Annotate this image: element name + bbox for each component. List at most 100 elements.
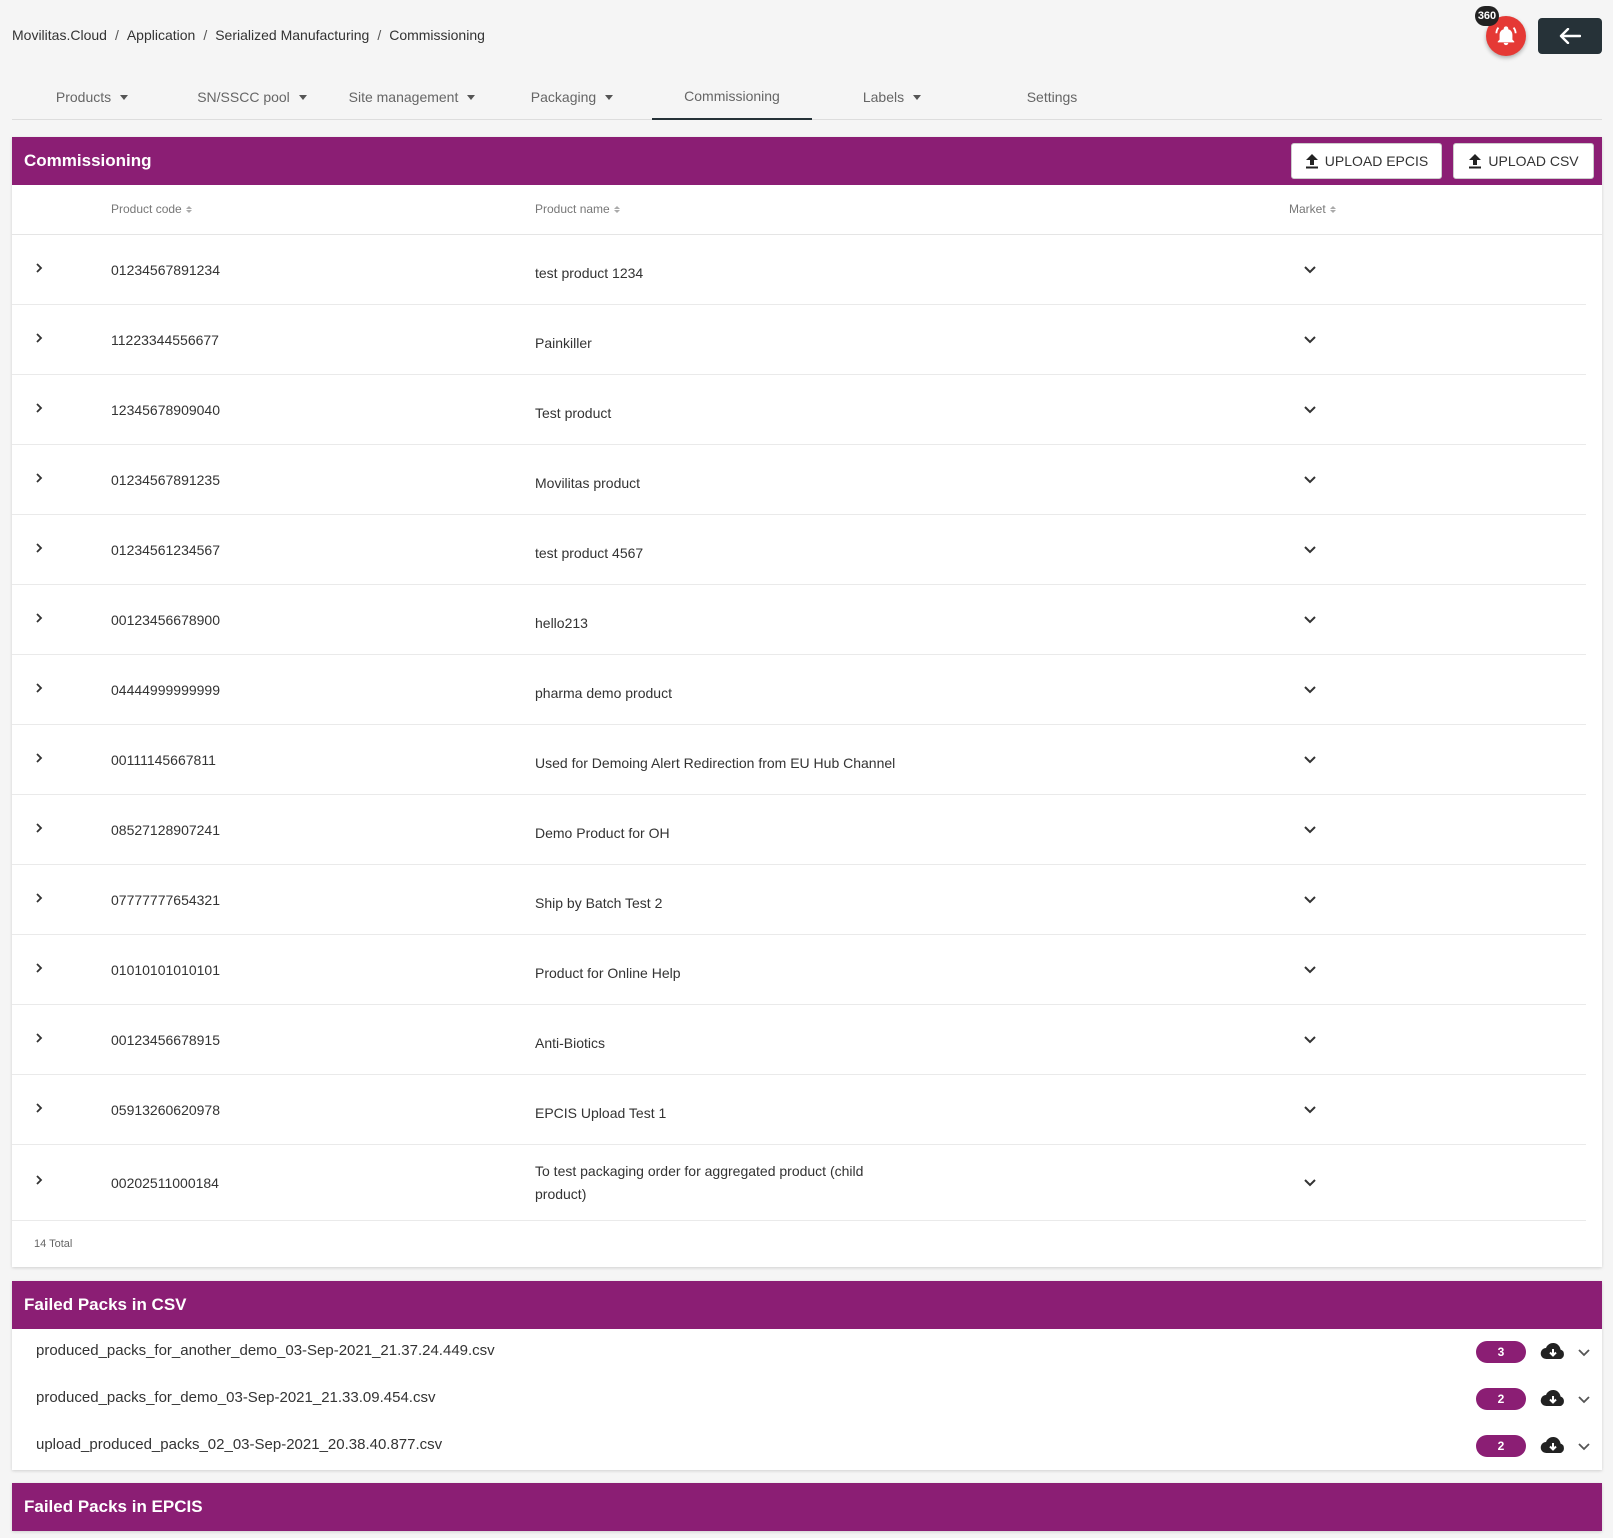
- table-row[interactable]: 05913260620978 EPCIS Upload Test 1: [12, 1075, 1586, 1145]
- table-total: 14 Total: [34, 1238, 73, 1250]
- breadcrumb-item[interactable]: Serialized Manufacturing: [215, 27, 369, 43]
- chevron-down-icon[interactable]: [1302, 963, 1318, 977]
- tab-label: SN/SSCC pool: [197, 89, 290, 105]
- tab-products[interactable]: Products: [12, 74, 172, 120]
- table-row[interactable]: 00123456678915 Anti-Biotics: [12, 1005, 1586, 1075]
- chevron-right-icon[interactable]: [32, 1031, 46, 1045]
- failed-file-row[interactable]: produced_packs_for_another_demo_03-Sep-2…: [12, 1329, 1602, 1376]
- table-row[interactable]: 00202511000184 To test packaging order f…: [12, 1145, 1586, 1221]
- chevron-right-icon[interactable]: [32, 401, 46, 415]
- cloud-download-icon[interactable]: [1540, 1435, 1566, 1457]
- chevron-right-icon[interactable]: [32, 891, 46, 905]
- product-code: 01010101010101: [111, 962, 221, 978]
- product-name: Painkiller: [535, 335, 592, 351]
- table-row[interactable]: 00123456678900 hello213: [12, 585, 1586, 655]
- notification-count-badge: 360: [1475, 6, 1499, 26]
- product-name: Anti-Biotics: [535, 1035, 606, 1051]
- chevron-down-icon[interactable]: [1302, 1033, 1318, 1047]
- breadcrumb-item[interactable]: Application: [127, 27, 196, 43]
- table-row[interactable]: 04444999999999 pharma demo product: [12, 655, 1586, 725]
- product-code: 01234567891234: [111, 262, 221, 278]
- upload-epcis-button[interactable]: UPLOAD EPCIS: [1291, 143, 1442, 179]
- table-row[interactable]: 01234561234567 test product 4567: [12, 515, 1586, 585]
- chevron-down-icon[interactable]: [1302, 403, 1318, 417]
- cloud-download-icon[interactable]: [1540, 1341, 1566, 1363]
- chevron-right-icon[interactable]: [32, 961, 46, 975]
- arrow-left-icon: [1559, 28, 1581, 44]
- product-name: To test packaging order for aggregated p…: [535, 1163, 864, 1202]
- failed-file-row[interactable]: produced_packs_for_demo_03-Sep-2021_21.3…: [12, 1376, 1602, 1423]
- button-label: UPLOAD CSV: [1488, 153, 1579, 169]
- chevron-right-icon[interactable]: [32, 611, 46, 625]
- product-code: 04444999999999: [111, 682, 221, 698]
- chevron-down-icon[interactable]: [1577, 1347, 1591, 1359]
- column-label: Product name: [535, 202, 610, 216]
- chevron-right-icon[interactable]: [32, 261, 46, 275]
- table-row[interactable]: 01234567891235 Movilitas product: [12, 445, 1586, 515]
- table-row[interactable]: 11223344556677 Painkiller: [12, 305, 1586, 375]
- breadcrumb-separator: /: [377, 27, 382, 43]
- chevron-down-icon[interactable]: [1577, 1394, 1591, 1406]
- chevron-right-icon[interactable]: [32, 471, 46, 485]
- caret-down-icon: [913, 94, 922, 100]
- caret-down-icon: [120, 94, 129, 100]
- table-row[interactable]: 12345678909040 Test product: [12, 375, 1586, 445]
- notifications-button[interactable]: 360: [1475, 6, 1526, 56]
- tab-packaging[interactable]: Packaging: [492, 74, 652, 120]
- table-row[interactable]: 01010101010101 Product for Online Help: [12, 935, 1586, 1005]
- tab-site-management[interactable]: Site management: [332, 74, 492, 120]
- product-code: 01234567891235: [111, 472, 221, 488]
- product-code: 00111145667811: [111, 752, 216, 768]
- failed-epcis-header: Failed Packs in EPCIS: [12, 1483, 1602, 1531]
- chevron-down-icon[interactable]: [1302, 1103, 1318, 1117]
- chevron-down-icon[interactable]: [1302, 543, 1318, 557]
- chevron-down-icon[interactable]: [1302, 823, 1318, 837]
- file-name: upload_produced_packs_02_03-Sep-2021_20.…: [36, 1436, 443, 1453]
- chevron-down-icon[interactable]: [1302, 333, 1318, 347]
- product-name: test product 1234: [535, 265, 644, 281]
- breadcrumb-item[interactable]: Movilitas.Cloud: [12, 27, 107, 43]
- chevron-right-icon[interactable]: [32, 681, 46, 695]
- tab-labels[interactable]: Labels: [812, 74, 972, 120]
- chevron-down-icon[interactable]: [1302, 893, 1318, 907]
- chevron-down-icon[interactable]: [1577, 1441, 1591, 1453]
- column-header-product-code[interactable]: Product code: [111, 202, 192, 216]
- product-name: pharma demo product: [535, 685, 672, 701]
- product-name: Product for Online Help: [535, 965, 681, 981]
- table-body: 01234567891234 test product 1234 1122334…: [12, 235, 1602, 1221]
- chevron-down-icon[interactable]: [1302, 683, 1318, 697]
- chevron-right-icon[interactable]: [32, 821, 46, 835]
- chevron-down-icon[interactable]: [1302, 753, 1318, 767]
- table-row[interactable]: 01234567891234 test product 1234: [12, 235, 1586, 305]
- upload-csv-button[interactable]: UPLOAD CSV: [1453, 143, 1594, 179]
- product-name: Movilitas product: [535, 475, 641, 491]
- product-name: Ship by Batch Test 2: [535, 895, 663, 911]
- table-row[interactable]: 07777777654321 Ship by Batch Test 2: [12, 865, 1586, 935]
- back-button[interactable]: [1538, 18, 1602, 54]
- chevron-right-icon[interactable]: [32, 751, 46, 765]
- failed-file-row[interactable]: upload_produced_packs_02_03-Sep-2021_20.…: [12, 1423, 1602, 1470]
- chevron-right-icon[interactable]: [32, 1101, 46, 1115]
- breadcrumb: Movilitas.Cloud / Application / Serializ…: [12, 27, 485, 43]
- failed-count-badge: 2: [1476, 1435, 1526, 1457]
- chevron-right-icon[interactable]: [32, 1173, 46, 1187]
- chevron-down-icon[interactable]: [1302, 473, 1318, 487]
- column-header-product-name[interactable]: Product name: [535, 202, 620, 216]
- table-row[interactable]: 00111145667811 Used for Demoing Alert Re…: [12, 725, 1586, 795]
- upload-icon: [1469, 154, 1482, 169]
- chevron-right-icon[interactable]: [32, 331, 46, 345]
- tab-label: Labels: [862, 89, 905, 105]
- product-code: 00123456678915: [111, 1032, 221, 1048]
- chevron-down-icon[interactable]: [1302, 613, 1318, 627]
- tab-sn-sscc-pool[interactable]: SN/SSCC pool: [172, 74, 332, 120]
- tab-commissioning[interactable]: Commissioning: [652, 74, 812, 120]
- column-header-market[interactable]: Market: [1289, 202, 1336, 216]
- chevron-right-icon[interactable]: [32, 541, 46, 555]
- cloud-download-icon[interactable]: [1540, 1388, 1566, 1410]
- chevron-down-icon[interactable]: [1302, 1176, 1318, 1190]
- column-label: Product code: [111, 202, 182, 216]
- table-row[interactable]: 08527128907241 Demo Product for OH: [12, 795, 1586, 865]
- tab-settings[interactable]: Settings: [972, 74, 1132, 120]
- panel-title: Failed Packs in CSV: [24, 1295, 187, 1314]
- chevron-down-icon[interactable]: [1302, 263, 1318, 277]
